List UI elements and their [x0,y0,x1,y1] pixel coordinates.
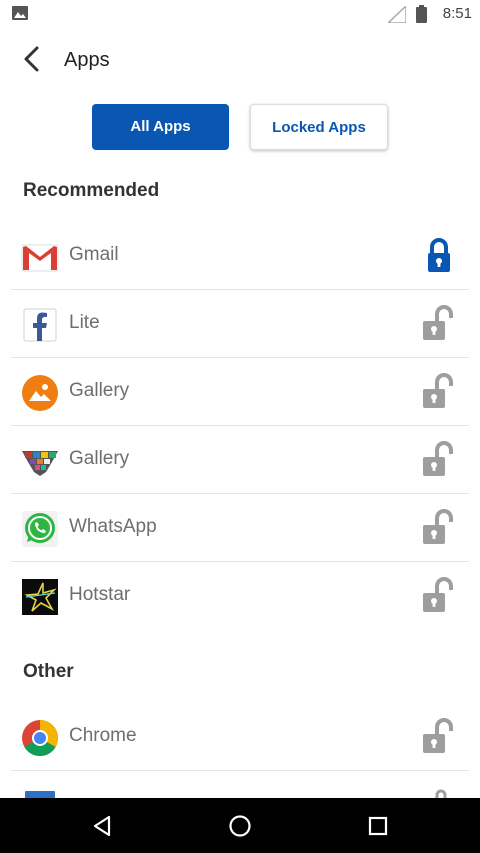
gallery-icon [22,375,58,411]
app-row-lite[interactable]: Lite [11,290,469,358]
app-name: WhatsApp [69,516,157,537]
lock-open-icon [423,718,453,753]
nav-back-button[interactable] [88,811,118,841]
app-name: Chrome [69,725,137,746]
picture-icon [12,6,28,20]
section-header-recommended: Recommended [23,180,160,201]
nav-home-button[interactable] [225,811,255,841]
lock-toggle[interactable] [419,440,459,480]
lock-toggle[interactable] [419,236,459,276]
gmail-icon [21,244,59,272]
home-circle-icon [229,815,251,837]
app-icon-partial [25,791,55,798]
whatsapp-icon [22,511,58,547]
gallery-collage-icon [22,451,58,476]
app-row-hotstar[interactable]: Hotstar [11,562,469,630]
hotstar-icon [22,579,58,615]
lock-toggle[interactable] [419,372,459,412]
lock-toggle[interactable] [419,576,459,616]
lock-open-icon [435,789,447,798]
app-name: Hotstar [69,584,131,605]
chrome-icon [22,720,59,757]
tab-all-apps[interactable]: All Apps [92,104,229,150]
tab-locked-apps[interactable]: Locked Apps [250,104,388,150]
lock-open-icon [423,305,453,340]
app-name: Gallery [69,448,130,469]
app-name: Gmail [69,244,119,265]
status-bar: 8:51 [0,0,480,28]
app-name: Gallery [69,380,130,401]
lock-toggle[interactable] [419,304,459,344]
app-row-gallery[interactable]: Gallery [11,358,469,426]
lock-open-icon [423,441,453,476]
page-title: Apps [64,49,110,71]
app-row-gmail[interactable]: Gmail [11,222,469,290]
section-header-other: Other [23,661,74,682]
back-button[interactable] [18,44,48,74]
app-row-chrome[interactable]: Chrome [11,703,469,771]
app-name: Lite [69,312,100,333]
app-bar: Apps [0,36,480,84]
lock-open-icon [423,373,453,408]
lock-toggle[interactable] [419,508,459,548]
tab-bar: All Apps Locked Apps [0,104,480,152]
back-arrow-icon [24,46,39,72]
signal-icon [388,6,406,23]
app-row-gallery-2[interactable]: Gallery [11,426,469,494]
lock-open-icon [423,577,453,612]
nav-recents-button[interactable] [363,811,393,841]
status-time: 8:51 [442,5,472,22]
app-row-whatsapp[interactable]: WhatsApp [11,494,469,562]
app-row-partial[interactable] [11,771,469,798]
facebook-lite-icon [23,308,57,342]
battery-icon [416,5,427,23]
lock-open-icon [423,509,453,544]
back-triangle-icon [93,815,111,837]
recents-square-icon [368,816,388,836]
lock-closed-icon [428,238,450,272]
system-nav-bar [0,798,480,853]
lock-toggle[interactable] [419,717,459,757]
